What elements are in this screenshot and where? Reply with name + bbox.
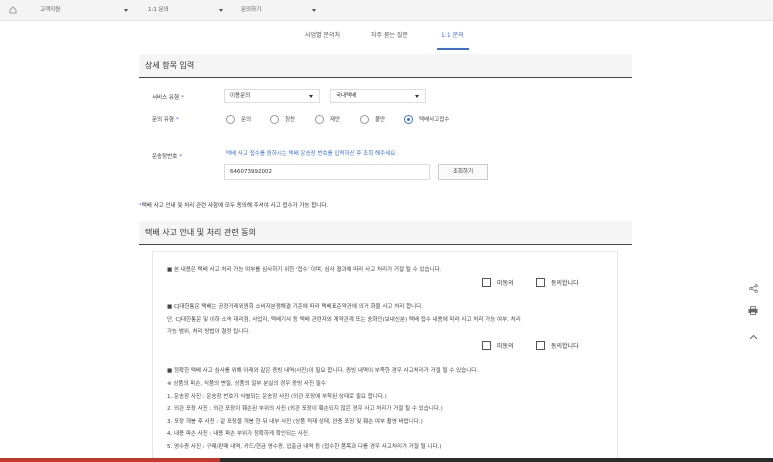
checkbox-square: [482, 278, 491, 287]
radio-circle-selected: [404, 114, 413, 124]
agreement-text-3: ■ 정확한 택배 사고 심사를 위해 아래와 같은 증빙 내역(사진)이 필요 …: [167, 368, 479, 374]
active-tab-indicator: [437, 48, 469, 50]
evidence-list-item: 4. 내용 파손 사진 : 내용 파손 부위가 정확하게 확인되는 사진.: [167, 431, 310, 437]
tracking-number-input[interactable]: 646073992002: [224, 164, 430, 180]
service-type-label: 서비스 유형 *: [152, 95, 184, 101]
lookup-button[interactable]: 조회하기: [438, 164, 488, 180]
service-type-select[interactable]: 이용문의: [224, 89, 320, 103]
agreement-notice: *택배 사고 안내 및 처리 관련 사항에 모두 동의해 주셔야 사고 접수가 …: [139, 203, 329, 209]
agreement-text-1: ■ 본 내용은 택배 사고 처리 가능 여부를 심사하기 위한 '접수' 이며,…: [167, 267, 442, 273]
radio-circle: [360, 114, 369, 124]
home-icon[interactable]: [9, 6, 17, 14]
agreement-section-heading: 택배 사고 안내 및 처리 관련 동의: [139, 221, 632, 245]
service-subtype-select[interactable]: 국내택배: [330, 89, 426, 103]
chevron-up-icon[interactable]: [745, 329, 761, 345]
detail-section-heading: 상세 항목 입력: [139, 54, 632, 78]
checkbox-square: [482, 341, 491, 350]
agreement-text-2a: ■ CJ대한통운 택배는 공정거래위원회 소비자분쟁해결 기준에 따라 택배표준…: [167, 304, 424, 310]
tracking-hint: 택배 사고 접수를 원하시는 택배 운송장 번호를 입력하신 후 조회 해주세요…: [226, 151, 398, 157]
chevron-down-icon: [312, 9, 316, 12]
chevron-down-icon: [219, 9, 223, 12]
print-icon[interactable]: [745, 302, 761, 318]
radio-circle: [270, 114, 279, 124]
tracking-number-label: 운송장번호 *: [152, 154, 183, 160]
tab-inquiry[interactable]: 1:1 문의: [441, 30, 464, 39]
radio-complaint[interactable]: 불만: [360, 114, 385, 124]
agree-checkbox-2[interactable]: 동의합니다: [536, 341, 579, 350]
breadcrumb: 고객지원 1:1 문의 문의하기: [0, 0, 773, 21]
chevron-down-icon: [415, 95, 419, 98]
chevron-down-icon: [124, 9, 128, 12]
breadcrumb-level3[interactable]: 문의하기: [241, 0, 319, 21]
disagree-checkbox-1[interactable]: 미동의: [482, 278, 514, 287]
tab-bar: 사업별 문의처 자주 묻는 질문 1:1 문의: [0, 21, 773, 50]
radio-delivery-accident[interactable]: 택배사고접수: [404, 114, 449, 124]
chevron-down-icon: [309, 95, 313, 98]
radio-circle: [315, 114, 324, 124]
radio-suggestion[interactable]: 제안: [315, 114, 340, 124]
evidence-list-item: 1. 운송장 사진 : 운송장 번호가 식별되는 운송장 사진 (외관 포장에 …: [167, 394, 387, 400]
radio-praise[interactable]: 칭찬: [270, 114, 295, 124]
tab-contacts[interactable]: 사업별 문의처: [305, 30, 340, 39]
agreement-text-4: ※ 상품의 파손, 식품의 변질, 상품의 일부 분실의 경우 증빙 사진 필수: [167, 381, 326, 387]
evidence-list-item: 2. 외관 포장 사진 : 외관 포장이 훼손된 부위의 사진 (외관 포장이 …: [167, 406, 443, 412]
checkbox-square: [536, 341, 545, 350]
checkbox-square: [536, 278, 545, 287]
share-icon[interactable]: [745, 280, 761, 296]
radio-inquiry[interactable]: 문의: [226, 114, 251, 124]
inquiry-type-label: 문의 유형 *: [152, 117, 179, 123]
breadcrumb-level1[interactable]: 고객지원: [40, 0, 130, 21]
agreement-text-2b: 단, CJ대한통운 및 이하 소속 대리점, 사업자, 택배기사 등 택배 관련…: [167, 317, 521, 323]
agreement-text-2c: 가능 범위, 처리 방법이 결정 됩니다.: [167, 329, 251, 335]
bottom-bar: [0, 458, 773, 462]
agree-checkbox-1[interactable]: 동의합니다: [536, 278, 579, 287]
radio-circle: [226, 114, 235, 124]
evidence-list-item: 3. 포장 개봉 후 사진 : 겉 포장을 개봉 한 뒤 내부 사진 (상품 적…: [167, 419, 423, 425]
evidence-list-item: 5. 영수증 사진 : 구매/판매 내역, 카드/현금 영수증, 입출금 내역 …: [167, 444, 442, 450]
breadcrumb-level2[interactable]: 1:1 문의: [148, 0, 226, 21]
bottom-bar-accent: [0, 458, 220, 462]
tab-faq[interactable]: 자주 묻는 질문: [371, 30, 408, 39]
disagree-checkbox-2[interactable]: 미동의: [482, 341, 514, 350]
